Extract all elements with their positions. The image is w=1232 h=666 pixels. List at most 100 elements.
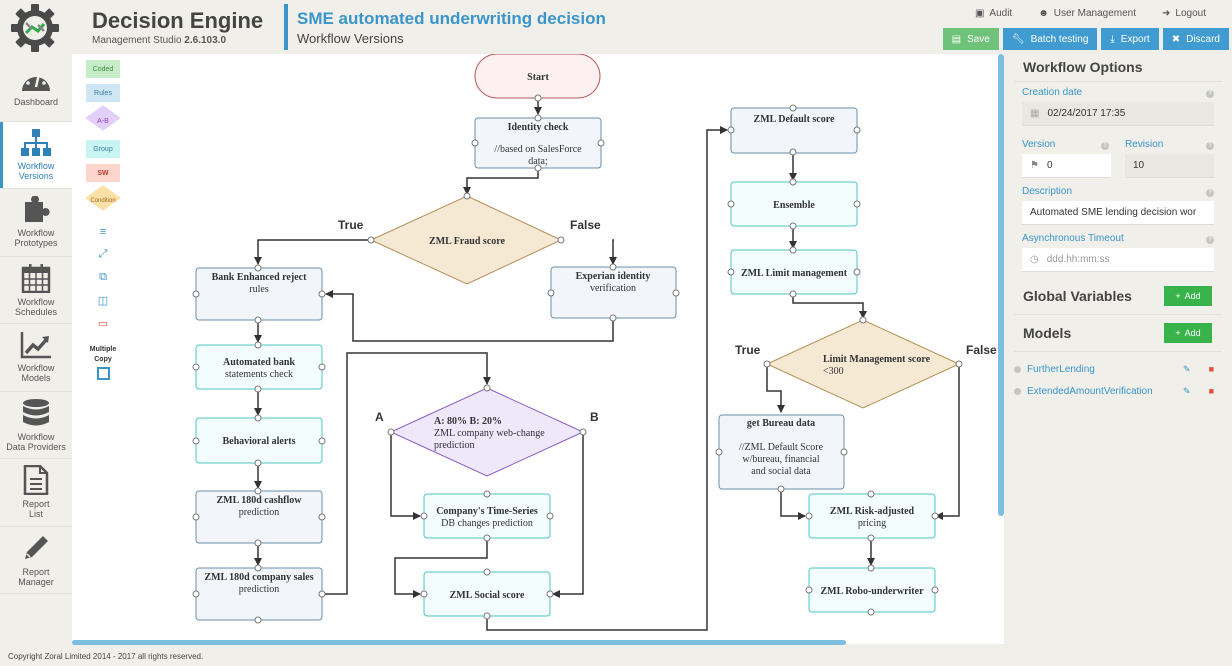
node-title: Identity check	[508, 122, 569, 133]
model-item: FurtherLending ✎ ■	[1014, 358, 1222, 380]
help-icon[interactable]: ?	[1206, 90, 1214, 98]
logout-link[interactable]: ➜ Logout	[1162, 8, 1206, 19]
node-title: Ensemble	[773, 200, 815, 211]
node-title: Limit Management score	[823, 354, 931, 365]
node-title: Bank Enhanced reject	[212, 272, 307, 283]
help-icon[interactable]: ?	[1206, 189, 1214, 197]
sidebar-item-dashboard[interactable]: Dashboard	[0, 54, 72, 122]
version-input[interactable]: ⚑ 0	[1022, 154, 1111, 178]
edit-icon[interactable]: ✎	[1183, 386, 1191, 397]
help-icon[interactable]	[1014, 387, 1021, 395]
users-icon: ☻	[1038, 8, 1049, 19]
sidebar-label: Workflow	[17, 160, 55, 171]
save-icon: ▤	[951, 33, 962, 45]
timeout-label: Asynchronous Timeout	[1022, 233, 1124, 244]
user-management-link[interactable]: ☻ User Management	[1038, 8, 1136, 19]
workflow-options-title: Workflow Options	[1014, 54, 1222, 82]
node-bank-enhanced-reject[interactable]: Bank Enhanced reject rules	[195, 267, 323, 321]
node-fraud-score[interactable]: ZML Fraud score	[369, 195, 563, 285]
description-input[interactable]: Automated SME lending decision wor	[1022, 201, 1214, 225]
batch-testing-button[interactable]: 🔧︎ Batch testing	[1002, 28, 1098, 50]
export-button[interactable]: ⤓ Export	[1101, 28, 1159, 50]
sidebar-label: Prototypes	[14, 238, 58, 249]
add-label: Add	[1184, 328, 1201, 338]
sidebar-label: Workflow	[17, 228, 55, 239]
sidebar-item-workflow-schedules[interactable]: Workflow Schedules	[0, 257, 72, 324]
node-identity-check[interactable]: Identity check //based on SalesForce dat…	[474, 117, 602, 169]
discard-button[interactable]: ✖ Discard	[1162, 28, 1229, 50]
node-company-sales-prediction[interactable]: ZML 180d company sales prediction	[195, 567, 323, 621]
node-start[interactable]: Start	[474, 54, 601, 99]
node-behavioral-alerts[interactable]: Behavioral alerts	[195, 417, 323, 464]
node-line: pricing	[858, 518, 886, 529]
connector	[254, 239, 371, 265]
help-icon[interactable]: ?	[1206, 142, 1214, 150]
creation-date-value: 02/24/2017 17:35	[1047, 108, 1126, 119]
add-model-button[interactable]: + Add	[1164, 323, 1212, 343]
database-icon	[23, 398, 49, 426]
node-automated-bank[interactable]: Automated bank statements check	[195, 344, 323, 390]
branch-label-true: True	[338, 218, 364, 232]
model-name-link[interactable]: FurtherLending	[1027, 364, 1183, 375]
model-name-link[interactable]: ExtendedAmountVerification	[1027, 386, 1183, 397]
node-title: Automated bank	[223, 357, 295, 368]
add-global-variable-button[interactable]: + Add	[1164, 286, 1212, 306]
sidebar-item-workflow-prototypes[interactable]: Workflow Prototypes	[0, 189, 72, 257]
save-button[interactable]: ▤ Save	[942, 28, 999, 50]
chart-line-icon	[20, 332, 51, 359]
node-limit-management[interactable]: ZML Limit management	[730, 249, 858, 295]
app-name: Decision Engine	[92, 8, 264, 33]
node-title: ZML Limit management	[741, 268, 848, 279]
node-limit-score[interactable]: Limit Management score <300	[765, 319, 961, 409]
tag-icon: ⚑	[1030, 160, 1039, 171]
node-title: ZML 180d cashflow	[216, 495, 302, 506]
trash-icon[interactable]: ■	[1209, 364, 1214, 374]
model-item: ExtendedAmountVerification ✎ ■	[1014, 380, 1222, 402]
sidebar-item-workflow-versions[interactable]: Workflow Versions	[0, 121, 72, 189]
node-time-series[interactable]: Company's Time-Series DB changes predict…	[423, 493, 551, 539]
node-bureau-data[interactable]: get Bureau data //ZML Default Score w/bu…	[718, 414, 845, 490]
version-value: 0	[1046, 160, 1053, 171]
version-field: Version ? ⚑ 0	[1014, 139, 1121, 178]
help-icon[interactable]: ?	[1101, 142, 1109, 150]
node-experian-identity[interactable]: Experian identity verification	[550, 266, 677, 319]
trash-icon[interactable]: ■	[1209, 386, 1214, 396]
edit-icon[interactable]: ✎	[1183, 364, 1191, 375]
sidebar-item-report-list[interactable]: Report List	[0, 459, 72, 527]
help-icon[interactable]: ?	[1206, 236, 1214, 244]
sidebar-item-workflow-data-providers[interactable]: Workflow Data Providers	[0, 392, 72, 459]
node-risk-adjusted-pricing[interactable]: ZML Risk-adjusted pricing	[808, 493, 936, 539]
node-line: //based on SalesForce	[494, 144, 582, 155]
add-label: Add	[1184, 291, 1201, 301]
node-robo-underwriter[interactable]: ZML Robo-underwriter	[808, 567, 936, 613]
briefcase-icon: ▣	[974, 8, 985, 19]
sidebar-item-workflow-models[interactable]: Workflow Models	[0, 324, 72, 392]
dashboard-icon	[22, 73, 50, 92]
decision-engine-logo-icon	[11, 4, 59, 52]
logout-label: Logout	[1175, 8, 1206, 19]
sidebar-label: Schedules	[14, 306, 58, 317]
node-cashflow-prediction[interactable]: ZML 180d cashflow prediction	[195, 490, 323, 544]
node-ab-split[interactable]: A: 80% B: 20% ZML company web-change pre…	[389, 387, 585, 477]
audit-link[interactable]: ▣ Audit	[975, 8, 1012, 19]
node-ensemble[interactable]: Ensemble	[730, 181, 858, 227]
calendar-icon	[21, 263, 51, 293]
node-title: ZML Default score	[754, 114, 835, 125]
workflow-canvas[interactable]: Coded Rules A-B Group SW Condition ≡ ⤢ ⧉…	[72, 54, 1004, 644]
logout-icon: ➜	[1162, 8, 1171, 19]
creation-date-field: Creation date ? ▦ 02/24/2017 17:35	[1014, 87, 1222, 126]
connector	[935, 364, 960, 520]
node-default-score[interactable]: ZML Default score	[730, 107, 858, 154]
help-icon[interactable]	[1014, 365, 1021, 373]
node-line: rules	[249, 284, 269, 295]
node-title: ZML Robo-underwriter	[820, 586, 924, 597]
revision-label: Revision	[1125, 139, 1164, 150]
timeout-input[interactable]: ◷ ddd.hh:mm:ss	[1022, 248, 1214, 272]
sidebar-label: Report	[22, 566, 50, 577]
node-title: Behavioral alerts	[222, 436, 295, 447]
vertical-scrollbar[interactable]	[998, 54, 1004, 516]
sidebar-item-report-manager[interactable]: Report Manager	[0, 527, 72, 594]
models-list: FurtherLending ✎ ■ ExtendedAmountVerific…	[1014, 358, 1222, 402]
node-social-score[interactable]: ZML Social score	[423, 571, 551, 617]
horizontal-scrollbar[interactable]	[72, 640, 846, 645]
